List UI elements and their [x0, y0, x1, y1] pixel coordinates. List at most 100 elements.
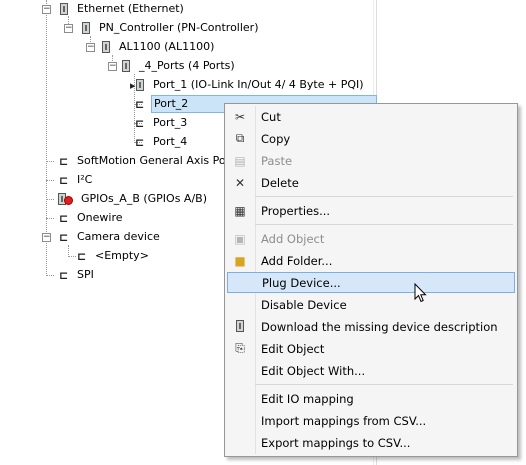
tree-node-i2c[interactable]: ⊏ I²C: [56, 171, 94, 189]
folder-icon: ■: [234, 253, 246, 268]
tree-node-label: GPIOs_A_B (GPIOs A/B): [81, 192, 208, 205]
iolink-device-icon: ▸: [130, 77, 148, 93]
menu-item-label: Edit Object: [261, 341, 325, 356]
tree-node-gpios[interactable]: GPIOs_A_B (GPIOs A/B): [54, 190, 209, 208]
tree-node-onewire[interactable]: ⊏ Onewire: [56, 209, 125, 227]
menu-item-cut[interactable]: ✂ Cut: [227, 106, 515, 127]
menu-item-edit-io-mapping[interactable]: Edit IO mapping: [227, 388, 515, 409]
edit-io-mapping-icon: [227, 388, 253, 409]
collapse-toggle[interactable]: −: [108, 62, 117, 71]
disable-device-icon: [227, 294, 253, 315]
menu-item-export-csv[interactable]: Export mappings to CSV...: [227, 432, 515, 453]
connector-icon: ⊏: [59, 269, 69, 282]
menu-item-plug-device[interactable]: Plug Device...: [227, 272, 515, 293]
menu-item-label: Disable Device: [261, 297, 347, 312]
menu-separator: [255, 224, 513, 225]
tree-node-label: <Empty>: [95, 249, 149, 262]
scissors-icon: ✂: [234, 109, 246, 124]
connector-icon: ⊏: [77, 250, 87, 263]
tree-node-port-3[interactable]: ⊏ Port_3: [132, 114, 189, 132]
connector-icon: ⊏: [59, 212, 69, 225]
tree-node-label: Port_4: [153, 135, 188, 148]
menu-item-label: Import mappings from CSV...: [261, 413, 427, 428]
menu-separator: [255, 196, 513, 197]
tree-node-spi[interactable]: ⊏ SPI: [56, 266, 96, 284]
tree-node-label: I²C: [77, 173, 93, 186]
connector-icon: ⊏: [135, 98, 145, 111]
tree-node-port-4[interactable]: ⊏ Port_4: [132, 133, 189, 151]
edit-object-icon: ⎘: [235, 341, 245, 355]
context-menu: ✂ Cut ⧉ Copy ▤ Paste ✕ Delete ▦ Properti…: [224, 103, 518, 457]
menu-item-delete[interactable]: ✕ Delete: [227, 172, 515, 193]
tree-node-label: Ethernet (Ethernet): [77, 2, 184, 15]
tree-line: [46, 199, 54, 200]
tree-line: [46, 180, 54, 181]
menu-item-label: Export mappings to CSV...: [261, 435, 411, 450]
tree-node-label: Onewire: [77, 211, 123, 224]
menu-item-properties[interactable]: ▦ Properties...: [227, 200, 515, 221]
menu-separator: [255, 384, 513, 385]
tree-node-4-ports[interactable]: _4_Ports (4 Ports): [118, 57, 237, 75]
tree-node-label: Port_3: [153, 116, 188, 129]
menu-item-label: Plug Device...: [262, 275, 341, 290]
tree-node-label: SPI: [77, 268, 94, 281]
properties-icon: ▦: [234, 203, 246, 218]
menu-item-import-csv[interactable]: Import mappings from CSV...: [227, 410, 515, 431]
connector-icon: ⊏: [135, 117, 145, 130]
menu-item-label: Delete: [261, 175, 299, 190]
tree-node-label: Camera device: [77, 230, 160, 243]
collapse-toggle[interactable]: −: [64, 24, 73, 33]
edit-object-with-icon: [227, 360, 253, 381]
connector-icon: ⊏: [135, 136, 145, 149]
menu-item-add-folder[interactable]: ■ Add Folder...: [227, 250, 515, 271]
tree-node-ethernet[interactable]: Ethernet (Ethernet): [56, 0, 186, 18]
tree-node-port-1[interactable]: ▸ Port_1 (IO-Link In/Out 4/ 4 Byte + PQI…: [130, 76, 366, 94]
paste-icon: ▤: [234, 153, 246, 168]
connector-icon: ⊏: [59, 174, 69, 187]
device-icon: [56, 1, 72, 17]
collapse-toggle[interactable]: −: [86, 43, 95, 52]
tree-node-softmotion[interactable]: ⊏ SoftMotion General Axis Pool: [56, 152, 237, 170]
menu-item-paste[interactable]: ▤ Paste: [227, 150, 515, 171]
menu-item-label: Add Folder...: [261, 253, 333, 268]
tree-node-label: SoftMotion General Axis Pool: [77, 154, 236, 167]
import-csv-icon: [227, 410, 253, 431]
tree-line: [46, 275, 54, 276]
copy-icon: ⧉: [235, 131, 245, 145]
menu-item-download-description[interactable]: Download the missing device description: [227, 316, 515, 337]
tree-node-camera[interactable]: ⊏ Camera device: [56, 228, 162, 246]
mouse-cursor-icon: [414, 283, 427, 303]
connector-icon: ⊏: [59, 155, 69, 168]
export-csv-icon: [227, 432, 253, 453]
menu-item-label: Add Object: [261, 231, 325, 246]
menu-item-label: Copy: [261, 131, 291, 146]
menu-item-label: Edit IO mapping: [261, 391, 354, 406]
tree-node-al1100[interactable]: AL1100 (AL1100): [98, 38, 216, 56]
gpio-device-icon: [54, 191, 76, 207]
device-icon: [227, 316, 253, 337]
menu-item-edit-object[interactable]: ⎘ Edit Object: [227, 338, 515, 359]
menu-item-label: Download the missing device description: [261, 319, 498, 334]
connector-icon: ⊏: [59, 231, 69, 244]
tree-node-label: Port_1 (IO-Link In/Out 4/ 4 Byte + PQI): [153, 78, 364, 91]
device-icon: [98, 39, 114, 55]
add-object-icon: ▣: [234, 231, 246, 246]
menu-item-label: Edit Object With...: [261, 363, 366, 378]
tree-node-label: AL1100 (AL1100): [119, 40, 215, 53]
tree-line: [46, 161, 54, 162]
tree-node-pn-controller[interactable]: PN_Controller (PN-Controller): [78, 19, 261, 37]
tree-node-empty[interactable]: ⊏ <Empty>: [74, 247, 151, 265]
collapse-toggle[interactable]: −: [42, 233, 51, 242]
tree-node-label: _4_Ports (4 Ports): [139, 59, 235, 72]
tree-node-label: PN_Controller (PN-Controller): [99, 21, 259, 34]
menu-item-edit-object-with[interactable]: Edit Object With...: [227, 360, 515, 381]
menu-item-label: Properties...: [261, 203, 331, 218]
menu-item-copy[interactable]: ⧉ Copy: [227, 128, 515, 149]
tree-line: [46, 218, 54, 219]
collapse-toggle[interactable]: −: [42, 5, 51, 14]
menu-item-add-object[interactable]: ▣ Add Object: [227, 228, 515, 249]
device-icon: [118, 58, 134, 74]
menu-item-disable-device[interactable]: Disable Device: [227, 294, 515, 315]
device-icon: [78, 20, 94, 36]
delete-icon: ✕: [234, 175, 246, 190]
